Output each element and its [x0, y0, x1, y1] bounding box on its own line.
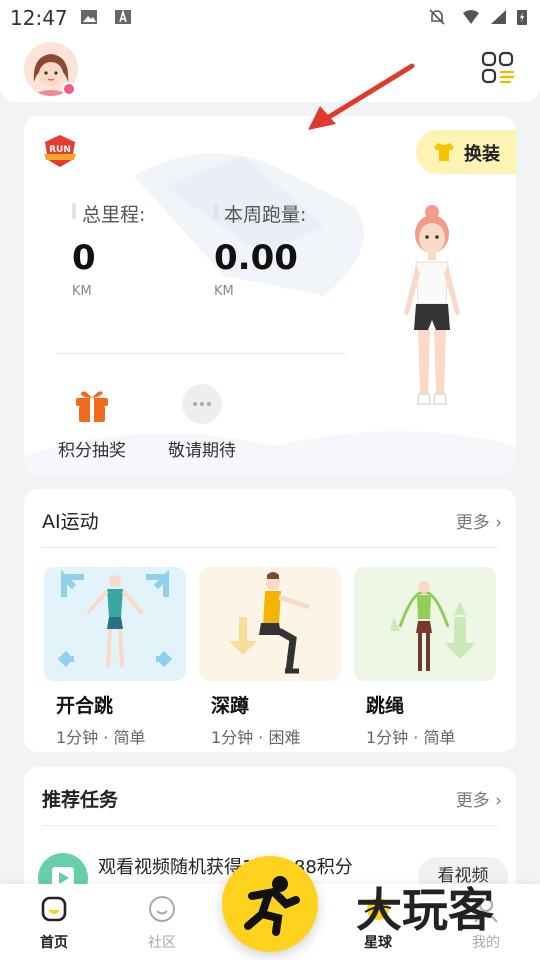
ai-sports-title: AI运动: [42, 511, 99, 533]
battery-charging-icon: [517, 10, 527, 25]
jump-rope-illustration: [390, 581, 476, 671]
avatar-character-figure[interactable]: [388, 204, 478, 434]
ai-sports-more-link[interactable]: 更多 ›: [456, 508, 502, 533]
apps-grid-icon[interactable]: [480, 50, 516, 86]
exercise-name: 开合跳: [56, 695, 114, 717]
top-header: [0, 36, 540, 102]
run-badge-text: RUN: [49, 145, 71, 155]
font-icon: [115, 9, 131, 24]
tasks-section-divider: [42, 825, 498, 826]
gift-icon: [76, 391, 108, 422]
runner-icon: [244, 876, 300, 936]
status-time: 12:47: [10, 6, 68, 30]
watermark-text: 大玩客: [356, 883, 494, 936]
jump-rope-image: [354, 567, 496, 681]
status-bar: 12:47: [0, 0, 540, 36]
exercise-card-squat[interactable]: 深蹲 1分钟 · 困难: [199, 567, 341, 748]
female-badge-icon: [62, 82, 76, 96]
jumping-jacks-image: [44, 567, 186, 681]
exercise-card-jumping-jacks[interactable]: 开合跳 1分钟 · 简单: [44, 567, 186, 748]
chevron-right-icon: ›: [495, 513, 502, 533]
tasks-title: 推荐任务: [42, 789, 119, 811]
exercise-card-jump-rope[interactable]: 跳绳 1分钟 · 简单: [354, 567, 496, 748]
home-icon: [41, 896, 67, 922]
more-dots-icon: [182, 384, 222, 424]
watermark-logo: 大玩客: [356, 883, 494, 936]
weekly-distance-label: 本周跑量:: [214, 200, 306, 227]
tasks-more-link[interactable]: 更多 ›: [456, 786, 502, 811]
nav-home[interactable]: 首页: [14, 894, 94, 952]
ai-sports-card: AI运动 更多 › 开合跳 1分钟 · 简单 深蹲 1分钟 · 困难 跳绳 1分…: [24, 489, 516, 752]
dress-up-button[interactable]: 换装: [416, 130, 516, 174]
shirt-icon: [434, 143, 454, 161]
exercise-meta: 1分钟 · 困难: [211, 728, 301, 747]
nav-community[interactable]: 社区: [122, 894, 202, 952]
exercise-meta: 1分钟 · 简单: [56, 728, 146, 747]
community-icon: [149, 896, 175, 922]
coming-soon-button[interactable]: 敬请期待: [160, 384, 244, 461]
bell-off-icon: [429, 9, 445, 25]
nav-home-label: 首页: [40, 935, 68, 951]
ai-more-label: 更多: [455, 513, 490, 533]
dress-up-label: 换装: [464, 144, 500, 165]
signal-icon: [491, 10, 506, 24]
total-distance-label: 总里程:: [72, 200, 145, 227]
gallery-icon: [81, 10, 97, 24]
weekly-distance-unit: KM: [214, 284, 234, 299]
annotation-arrow-icon: [308, 63, 415, 130]
jumping-jacks-illustration: [57, 569, 173, 668]
points-lottery-button[interactable]: 积分抽奖: [50, 384, 134, 461]
weekly-distance-value: 0.00: [214, 238, 298, 278]
tasks-more-label: 更多: [455, 791, 490, 811]
total-distance-unit: KM: [72, 284, 92, 299]
squat-illustration: [229, 572, 310, 674]
coming-soon-label: 敬请期待: [168, 441, 236, 461]
running-stats-card: RUN 换装 总里程: 0 KM 本周跑量: 0.00 KM 积分抽奖 敬请期待: [24, 116, 516, 474]
exercise-name: 跳绳: [366, 695, 405, 717]
squat-image: [199, 567, 341, 681]
total-distance-value: 0: [72, 238, 96, 278]
points-lottery-label: 积分抽奖: [58, 441, 126, 461]
run-badge-icon: RUN: [44, 135, 76, 167]
nav-community-label: 社区: [148, 935, 176, 951]
chevron-right-icon: ›: [495, 791, 502, 811]
wifi-icon: [463, 10, 479, 24]
start-running-button[interactable]: [222, 856, 318, 952]
exercise-name: 深蹲: [211, 695, 250, 717]
ai-section-divider: [42, 547, 498, 548]
stats-divider: [56, 353, 346, 354]
exercise-meta: 1分钟 · 简单: [366, 728, 456, 747]
